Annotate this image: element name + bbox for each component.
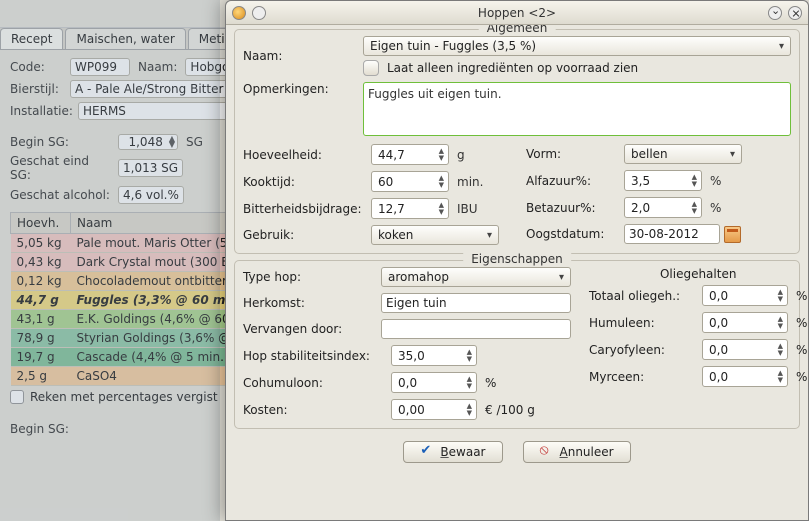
code-label: Code: — [10, 60, 62, 74]
beginsg-label: Begin SG: — [10, 135, 110, 149]
humuleen-input[interactable]: 0,0▲▼ — [702, 312, 788, 333]
gebruik-label: Gebruik: — [243, 228, 363, 242]
vervangen-label: Vervangen door: — [243, 322, 373, 336]
hsi-input[interactable]: 35,0▲▼ — [391, 345, 477, 366]
save-button[interactable]: BBewaarewaar — [403, 441, 502, 463]
bierstijl-label: Bierstijl: — [10, 82, 62, 96]
caryo-input[interactable]: 0,0▲▼ — [702, 339, 788, 360]
bitter-unit: IBU — [457, 202, 478, 216]
caryo-label: Caryofyleen: — [589, 343, 694, 357]
installatie-field[interactable]: HERMS — [78, 102, 228, 120]
group-eigenschappen: Eigenschappen Type hop: aromahop▾ Herkom… — [234, 260, 800, 429]
olie-header: Oliegehalten — [589, 267, 807, 281]
sg-unit: SG — [186, 135, 203, 149]
opmerkingen-textarea[interactable] — [363, 82, 791, 136]
herkomst-label: Herkomst: — [243, 296, 373, 310]
group-algemeen: Algemeen Naam: Eigen tuin - Fuggles (3,5… — [234, 29, 800, 254]
hsi-label: Hop stabiliteitsindex: — [243, 349, 383, 363]
herkomst-input[interactable]: Eigen tuin — [381, 293, 571, 313]
app-icon — [232, 6, 246, 20]
naam-label: Naam: — [243, 49, 353, 63]
pct-unit: % — [796, 370, 807, 384]
oogst-label: Oogstdatum: — [526, 227, 616, 241]
myrceen-label: Myrceen: — [589, 370, 694, 384]
code-field[interactable]: WP099 — [70, 58, 130, 76]
humuleen-label: Humuleen: — [589, 316, 694, 330]
beginsg2-label: Begin SG: — [10, 422, 69, 436]
eindsg-value: 1,013 SG — [118, 159, 183, 177]
totolie-input[interactable]: 0,0▲▼ — [702, 285, 788, 306]
dialog-titlebar: Hoppen <2> — [226, 1, 808, 25]
col-hoevh[interactable]: Hoevh. — [11, 213, 71, 234]
pct-unit: % — [710, 174, 721, 188]
vorm-label: Vorm: — [526, 147, 616, 161]
naam-label: Naam: — [138, 60, 177, 74]
kooktijd-unit: min. — [457, 175, 483, 189]
algemeen-legend: Algemeen — [479, 25, 556, 35]
hop-dialog: Hoppen <2> Algemeen Naam: Eigen tuin - F… — [225, 0, 809, 521]
minimize-button[interactable] — [768, 6, 782, 20]
calendar-icon[interactable] — [724, 226, 741, 243]
naam-select[interactable]: Eigen tuin - Fuggles (3,5 %)▾ — [363, 36, 791, 56]
pct-unit: % — [710, 201, 721, 215]
kooktijd-input[interactable]: 60▲▼ — [371, 171, 449, 192]
beginsg-spin[interactable]: 1,048 ▲▼ — [118, 134, 178, 150]
oogst-input[interactable]: 30-08-2012 — [624, 224, 720, 244]
dialog-title: Hoppen <2> — [266, 6, 768, 20]
beta-label: Betazuur%: — [526, 201, 616, 215]
installatie-label: Installatie: — [10, 104, 70, 118]
pct-unit: % — [796, 316, 807, 330]
alfa-input[interactable]: 3,5▲▼ — [624, 170, 702, 191]
kooktijd-label: Kooktijd: — [243, 175, 363, 189]
vervangen-input[interactable] — [381, 319, 571, 339]
alcohol-value: 4,6 vol.% — [118, 186, 184, 204]
pct-unit: % — [796, 343, 807, 357]
tab-recept[interactable]: Recept — [0, 28, 63, 49]
beta-input[interactable]: 2,0▲▼ — [624, 197, 702, 218]
voorraad-checkbox[interactable] — [363, 60, 379, 76]
kosten-input[interactable]: 0,00▲▼ — [391, 399, 477, 420]
bierstijl-field[interactable]: A - Pale Ale/Strong Bitter — [70, 80, 230, 98]
hoeveelheid-unit: g — [457, 148, 465, 162]
pct-unit: % — [485, 376, 496, 390]
cancel-icon — [540, 445, 554, 459]
typehop-select[interactable]: aromahop▾ — [381, 267, 571, 287]
opmerkingen-label: Opmerkingen: — [243, 82, 353, 96]
alcohol-label: Geschat alcohol: — [10, 188, 110, 202]
pct-label: Reken met percentages vergist — [30, 390, 218, 404]
check-icon — [420, 445, 434, 459]
vorm-select[interactable]: bellen▾ — [624, 144, 742, 164]
kosten-unit: € /100 g — [485, 403, 535, 417]
kosten-label: Kosten: — [243, 403, 383, 417]
eindsg-label: Geschat eind SG: — [10, 154, 110, 182]
cancel-button[interactable]: AAnnuleernnuleer — [523, 441, 631, 463]
cohum-input[interactable]: 0,0▲▼ — [391, 372, 477, 393]
bitter-label: Bitterheidsbijdrage: — [243, 202, 363, 216]
voorraad-label: Laat alleen ingrediënten op voorraad zie… — [387, 61, 638, 75]
hoeveelheid-label: Hoeveelheid: — [243, 148, 363, 162]
gebruik-select[interactable]: koken▾ — [371, 225, 499, 245]
bitter-input[interactable]: 12,7▲▼ — [371, 198, 449, 219]
tab-maischen[interactable]: Maischen, water — [65, 28, 185, 49]
hoeveelheid-input[interactable]: 44,7▲▼ — [371, 144, 449, 165]
alfa-label: Alfazuur%: — [526, 174, 616, 188]
totolie-label: Totaal oliegeh.: — [589, 289, 694, 303]
cohum-label: Cohumuloon: — [243, 376, 383, 390]
pct-unit: % — [796, 289, 807, 303]
close-button[interactable] — [788, 6, 802, 20]
myrceen-input[interactable]: 0,0▲▼ — [702, 366, 788, 387]
typehop-label: Type hop: — [243, 270, 373, 284]
window-menu-icon[interactable] — [252, 6, 266, 20]
eigenschappen-legend: Eigenschappen — [463, 252, 571, 266]
pct-checkbox[interactable] — [10, 390, 24, 404]
